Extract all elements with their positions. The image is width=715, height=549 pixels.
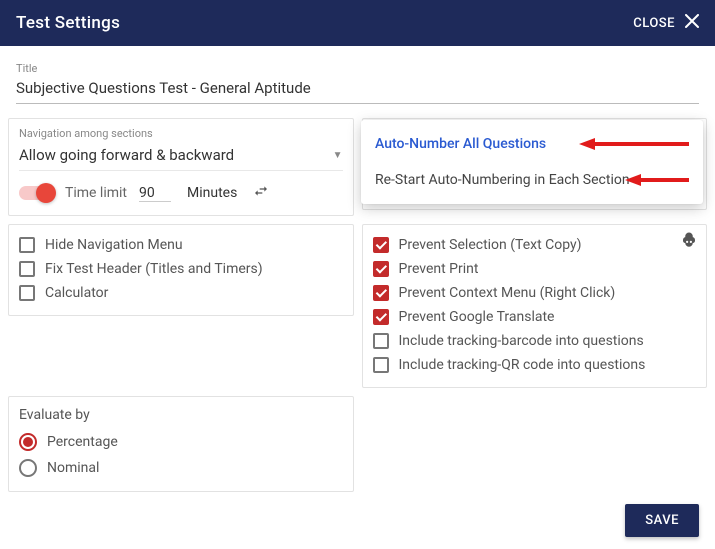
checkbox[interactable] [19, 261, 35, 277]
title-field-group: Title [8, 54, 707, 106]
dropdown-option-label: Auto-Number All Questions [375, 136, 546, 152]
radio-row[interactable]: Nominal [19, 455, 343, 481]
radio-button[interactable] [19, 433, 37, 451]
checkbox-label[interactable]: Prevent Print [399, 261, 479, 277]
save-button[interactable]: SAVE [625, 504, 699, 537]
checkbox-row: Prevent Print [373, 257, 697, 281]
dialog-footer: SAVE [8, 492, 707, 549]
time-limit-row: Time limit Minutes [19, 181, 343, 205]
navigation-value: Allow going forward & backward [19, 146, 234, 164]
checkbox[interactable] [19, 237, 35, 253]
checkbox-row: Fix Test Header (Titles and Timers) [19, 257, 343, 281]
checkbox-label[interactable]: Calculator [45, 285, 108, 301]
time-limit-toggle[interactable] [19, 186, 53, 200]
dialog-header: Test Settings CLOSE [0, 0, 715, 46]
checkbox-row: Hide Navigation Menu [19, 233, 343, 257]
checkbox-row: Include tracking-barcode into questions [373, 329, 697, 353]
close-icon [685, 14, 699, 32]
navigation-label: Navigation among sections [19, 127, 343, 140]
checkbox-row: Prevent Google Translate [373, 305, 697, 329]
anti-cheat-icon[interactable] [680, 231, 698, 253]
dropdown-option-auto-number-all[interactable]: Auto-Number All Questions [361, 126, 704, 162]
chevron-down-icon: ▼ [333, 150, 343, 161]
title-label: Title [16, 62, 699, 75]
time-unit-label: Minutes [183, 185, 241, 201]
left-options-block: Hide Navigation Menu Fix Test Header (Tit… [8, 224, 354, 316]
close-button[interactable]: CLOSE [633, 14, 699, 32]
checkbox-label[interactable]: Prevent Google Translate [399, 309, 555, 325]
time-limit-label: Time limit [65, 185, 127, 201]
evaluate-by-label: Evaluate by [19, 407, 343, 423]
checkbox-row: Prevent Selection (Text Copy) [373, 233, 697, 257]
navigation-select[interactable]: Allow going forward & backward ▼ [19, 140, 343, 171]
checkbox-label[interactable]: Include tracking-barcode into questions [399, 333, 644, 349]
annotation-arrow-icon [625, 171, 689, 189]
radio-row[interactable]: Percentage [19, 429, 343, 455]
dialog-title: Test Settings [16, 13, 120, 33]
evaluate-by-block: Evaluate by Percentage Nominal [8, 396, 354, 492]
swap-horiz-icon[interactable] [253, 183, 269, 203]
checkbox[interactable] [373, 333, 389, 349]
security-options-block: Prevent Selection (Text Copy) Prevent Pri… [362, 224, 708, 388]
checkbox-label[interactable]: Include tracking-QR code into questions [399, 357, 646, 373]
navigation-block: Navigation among sections Allow going fo… [8, 118, 354, 216]
checkbox-label[interactable]: Fix Test Header (Titles and Timers) [45, 261, 263, 277]
checkbox[interactable] [373, 237, 389, 253]
dropdown-option-label: Re-Start Auto-Numbering in Each Section [375, 172, 630, 188]
time-limit-input[interactable] [139, 185, 171, 202]
toggle-knob [36, 183, 56, 203]
checkbox-row: Prevent Context Menu (Right Click) [373, 281, 697, 305]
checkbox-label[interactable]: Hide Navigation Menu [45, 237, 183, 253]
close-label: CLOSE [633, 16, 675, 31]
checkbox[interactable] [19, 285, 35, 301]
dropdown-option-restart-each-section[interactable]: Re-Start Auto-Numbering in Each Section [361, 162, 704, 198]
title-input[interactable] [16, 75, 699, 104]
checkbox[interactable] [373, 357, 389, 373]
radio-label: Percentage [47, 434, 118, 450]
checkbox-row: Calculator [19, 281, 343, 305]
checkbox-label[interactable]: Prevent Selection (Text Copy) [399, 237, 582, 253]
checkbox[interactable] [373, 285, 389, 301]
checkbox[interactable] [373, 309, 389, 325]
annotation-arrow-icon [579, 135, 689, 153]
checkbox[interactable] [373, 261, 389, 277]
checkbox-row: Include tracking-QR code into questions [373, 353, 697, 377]
radio-button[interactable] [19, 459, 37, 477]
auto-numbering-dropdown: Auto-Number All Questions Re-Start Auto-… [361, 120, 704, 204]
radio-label: Nominal [47, 460, 99, 476]
checkbox-label[interactable]: Prevent Context Menu (Right Click) [399, 285, 616, 301]
